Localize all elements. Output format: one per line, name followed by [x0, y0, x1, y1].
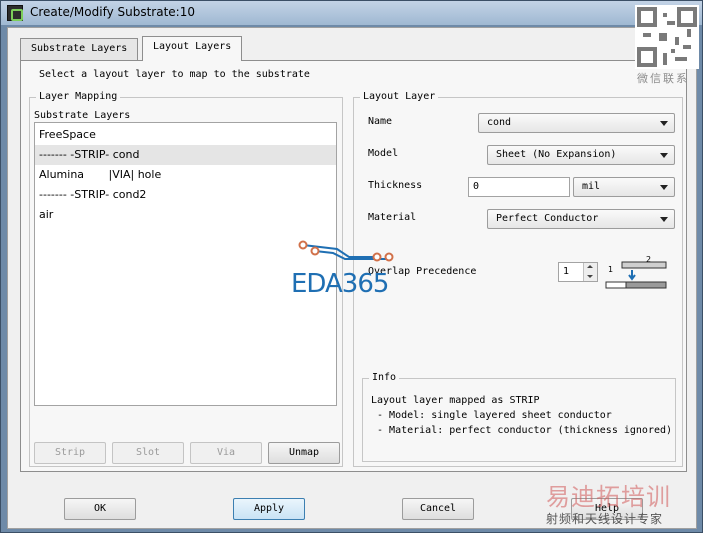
list-item[interactable]: Alumina |VIA| hole [35, 165, 336, 185]
model-label: Model [368, 148, 399, 159]
overlap-precedence-value: 1 [563, 266, 570, 277]
via-button[interactable]: Via [190, 442, 262, 464]
model-value: Sheet (No Expansion) [496, 149, 617, 160]
thickness-unit-value: mil [582, 181, 601, 192]
overlap-precedence-spinner[interactable]: 1 [558, 262, 598, 282]
material-dropdown[interactable]: Perfect Conductor [487, 209, 675, 229]
title-bar[interactable]: Create/Modify Substrate:10 [1, 1, 702, 25]
spin-up-icon[interactable] [583, 263, 597, 272]
info-line: - Model: single layered sheet conductor [371, 410, 612, 421]
name-label: Name [368, 116, 393, 127]
cancel-button[interactable]: Cancel [402, 498, 474, 520]
thickness-unit-dropdown[interactable]: mil [573, 177, 675, 197]
overlap-precedence-icon: 2 1 [605, 256, 667, 289]
name-dropdown[interactable]: cond [478, 113, 675, 133]
material-value: Perfect Conductor [496, 213, 599, 224]
thickness-input[interactable]: 0 [468, 177, 570, 197]
svg-text:2: 2 [646, 256, 651, 264]
layer-mapping-label: Layer Mapping [36, 91, 121, 102]
substrate-layers-label: Substrate Layers [34, 110, 131, 121]
chevron-down-icon [660, 217, 668, 222]
svg-text:1: 1 [608, 265, 613, 274]
list-item[interactable]: ------- -STRIP- cond2 [35, 185, 336, 205]
chevron-down-icon [660, 121, 668, 126]
list-item[interactable]: air [35, 205, 336, 225]
eda-logo-traces [298, 240, 394, 262]
layout-layer-label: Layout Layer [360, 91, 439, 102]
qr-code [635, 5, 699, 69]
app-icon [7, 5, 23, 21]
watermark-cn-subtitle: 射频和天线设计专家 [546, 512, 664, 526]
info-line: - Material: perfect conductor (thickness… [371, 425, 673, 436]
apply-button[interactable]: Apply [233, 498, 305, 520]
material-label: Material [368, 212, 417, 223]
list-item[interactable]: ------- -STRIP- cond [35, 145, 336, 165]
qr-caption: 微信联系 [637, 72, 689, 85]
eda365-watermark: EDA365 [291, 269, 389, 299]
chevron-down-icon [660, 185, 668, 190]
model-dropdown[interactable]: Sheet (No Expansion) [487, 145, 675, 165]
tab-layout-layers[interactable]: Layout Layers [142, 36, 243, 61]
watermark-cn-title: 易迪拓培训 [546, 483, 671, 511]
slot-button[interactable]: Slot [112, 442, 184, 464]
substrate-layers-list[interactable]: FreeSpace ------- -STRIP- cond Alumina |… [34, 122, 337, 406]
strip-button[interactable]: Strip [34, 442, 106, 464]
dialog-window: Create/Modify Substrate:10 Substrate Lay… [0, 0, 703, 533]
window-title: Create/Modify Substrate:10 [30, 5, 195, 19]
unmap-button[interactable]: Unmap [268, 442, 340, 464]
name-value: cond [487, 117, 512, 128]
ok-button[interactable]: OK [64, 498, 136, 520]
layout-layer-group: Layout Layer Name cond Model Sheet (No E… [353, 91, 683, 467]
info-group: Info Layout layer mapped as STRIP - Mode… [362, 372, 676, 462]
list-item[interactable]: FreeSpace [35, 125, 336, 145]
instruction-text: Select a layout layer to map to the subs… [39, 69, 310, 80]
info-line: Layout layer mapped as STRIP [371, 395, 540, 406]
thickness-label: Thickness [368, 180, 423, 191]
info-label: Info [369, 372, 400, 383]
spin-down-icon[interactable] [583, 272, 597, 281]
chevron-down-icon [660, 153, 668, 158]
tab-substrate-layers[interactable]: Substrate Layers [20, 38, 139, 60]
